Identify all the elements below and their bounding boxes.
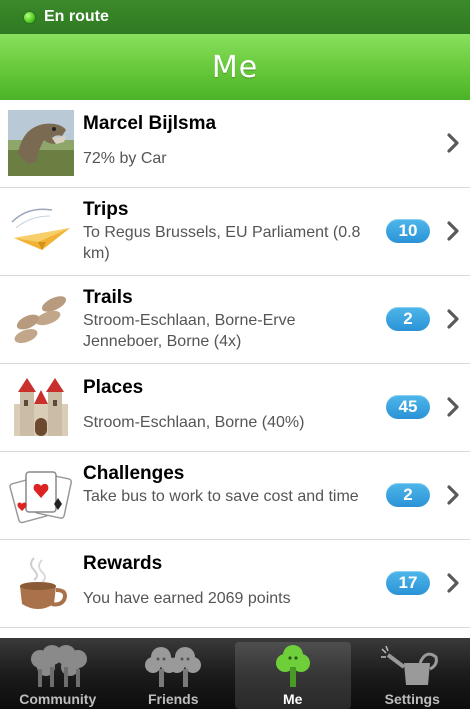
count-badge: 2 [386,483,430,507]
chevron-right-icon [447,133,459,153]
list-item-challenges[interactable]: Challenges Take bus to work to save cost… [0,452,470,540]
status-text: En route [44,8,109,25]
tab-community[interactable]: Community [0,638,116,709]
list-item-trips[interactable]: Trips To Regus Brussels, EU Parliament (… [0,188,470,276]
tab-bar: Community Friends Me Settings [0,638,470,709]
me-list: Marcel Bijlsma 72% by Car Trips To Regus… [0,100,470,628]
playing-cards-icon [9,471,73,524]
me-tree-icon [275,645,310,687]
count-badge: 17 [386,571,430,595]
list-item-trails[interactable]: Trails Stroom-Eschlaan, Borne-Erve Jenne… [0,276,470,364]
item-subtitle: To Regus Brussels, EU Parliament (0.8 km… [83,224,361,262]
profile-row[interactable]: Marcel Bijlsma 72% by Car [0,100,470,188]
item-subtitle: You have earned 2069 points [83,590,291,607]
item-title: Trips [83,199,129,220]
list-item-rewards[interactable]: Rewards You have earned 2069 points 17 [0,540,470,628]
tab-label: Friends [147,691,199,707]
item-subtitle: Stroom-Eschlaan, Borne-Erve Jenneboer, B… [83,312,296,350]
item-title: Rewards [83,553,163,574]
tab-friends[interactable]: Friends [116,638,232,709]
profile-subtitle: 72% by Car [83,150,167,167]
community-trees-icon [30,645,87,687]
count-badge: 45 [386,395,430,419]
count-badge: 2 [386,307,430,331]
coffee-cup-icon [20,557,67,609]
page-title: Me [211,49,259,85]
item-subtitle: Take bus to work to save cost and time [83,488,359,505]
friends-trees-icon [145,647,202,687]
tab-me[interactable]: Me [235,642,351,709]
count-badge: 10 [386,219,430,243]
dinosaur-avatar [8,110,74,176]
footprints-icon [14,296,67,343]
tab-label: Community [19,691,97,707]
status-bar: En route [0,0,470,34]
tab-settings[interactable]: Settings [355,638,470,709]
chevron-right-icon [447,221,459,241]
status-dot-icon [24,11,35,23]
chevron-right-icon [447,397,459,417]
watering-can-icon [381,645,439,685]
item-title: Places [83,377,144,398]
castle-icon [14,378,68,436]
tab-label: Settings [384,691,440,707]
title-bar: Me [0,34,470,101]
chevron-right-icon [447,485,459,505]
profile-name: Marcel Bijlsma [83,113,217,134]
item-subtitle: Stroom-Eschlaan, Borne (40%) [83,414,305,431]
list-item-places[interactable]: Places Stroom-Eschlaan, Borne (40%) 45 [0,364,470,452]
item-title: Challenges [83,463,185,484]
chevron-right-icon [447,573,459,593]
paper-plane-icon [11,208,70,250]
item-title: Trails [83,287,133,308]
chevron-right-icon [447,309,459,329]
tab-label: Me [283,691,303,707]
